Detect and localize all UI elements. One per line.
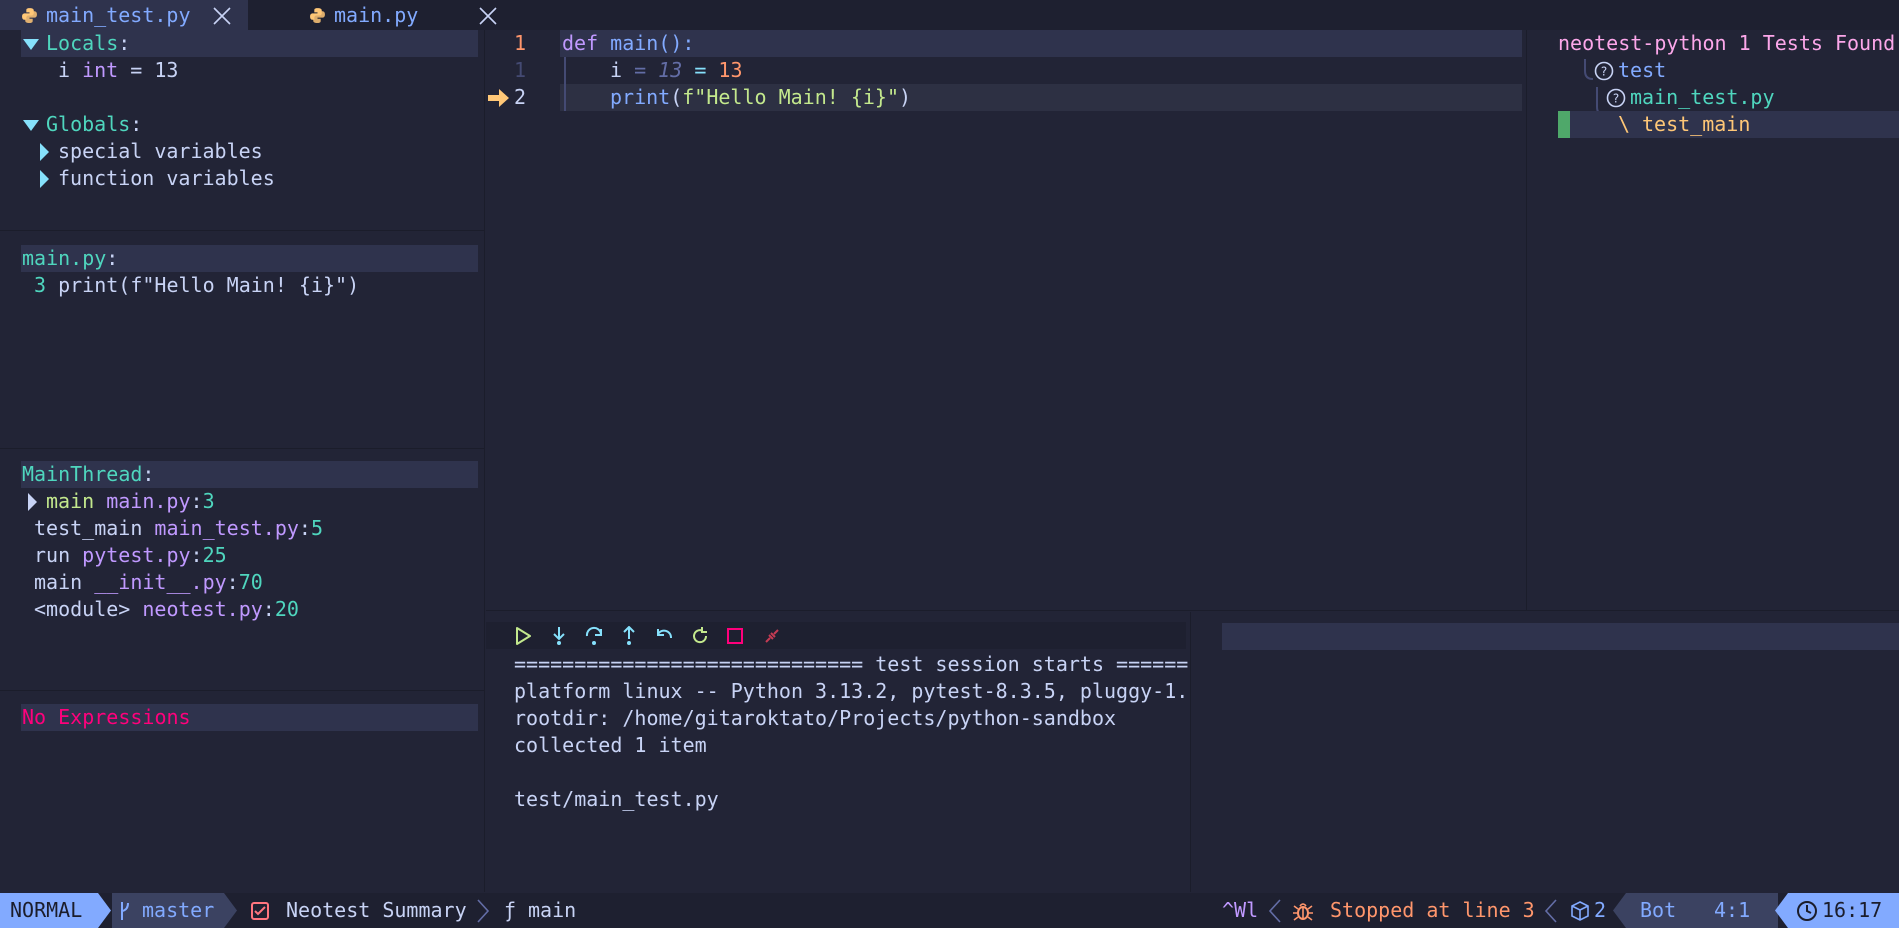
- repl-line: test/main_test.py: [514, 787, 719, 811]
- line-number: 1: [514, 31, 527, 55]
- clock-icon: [1797, 901, 1817, 921]
- divider: [1190, 612, 1191, 892]
- neotest-branch: \: [1618, 112, 1631, 136]
- step-back-icon[interactable]: [654, 626, 674, 646]
- neotest-summary-icon: [251, 902, 269, 920]
- neotest-item-test[interactable]: test_main: [1642, 111, 1750, 138]
- caret-down-icon[interactable]: [22, 37, 40, 51]
- code-line[interactable]: print(f"Hello Main! {i}"): [610, 84, 911, 111]
- neotest-item-dir[interactable]: test: [1618, 57, 1666, 84]
- line-number: 1: [514, 58, 527, 82]
- segment-separator-icon: [1544, 899, 1557, 923]
- breakpoints-file[interactable]: main.py:: [22, 245, 118, 272]
- repl-line: rootdir: /home/gitaroktato/Projects/pyth…: [514, 706, 1117, 730]
- code-line[interactable]: i = 13 = 13: [610, 57, 743, 84]
- statusline: NORMAL master Neotest Summary ƒ main ^Wl…: [0, 893, 1899, 928]
- dap-repl[interactable]: ============================= test sessi…: [486, 612, 1190, 892]
- divider: [0, 230, 484, 231]
- git-branch[interactable]: master: [142, 897, 214, 924]
- editor[interactable]: 1 def main(): 1 i = 13 = 13 2 print(f"He…: [486, 30, 1524, 610]
- svg-text:?: ?: [1613, 92, 1619, 106]
- globals-header[interactable]: Globals:: [46, 111, 142, 138]
- close-icon[interactable]: [212, 6, 232, 26]
- step-over-icon[interactable]: [584, 626, 604, 646]
- divider: [0, 690, 484, 691]
- restart-icon[interactable]: [690, 626, 710, 646]
- code-line[interactable]: def main():: [562, 30, 694, 57]
- segment-separator-icon: [1268, 899, 1281, 923]
- stack-frame[interactable]: <module> neotest.py:20: [34, 596, 299, 623]
- bug-icon: [1293, 903, 1313, 921]
- stop-icon[interactable]: [726, 627, 744, 645]
- breakpoint-entry[interactable]: 3 print(f"Hello Main! {i}"): [34, 272, 359, 299]
- pending-keys: ^Wl: [1222, 898, 1259, 922]
- watches-empty: No Expressions: [22, 705, 191, 729]
- stack-frame[interactable]: run pytest.py:25: [34, 542, 227, 569]
- repl-line: ============================= test sessi…: [514, 652, 1189, 676]
- tab-label: main.py: [334, 3, 419, 27]
- local-variable[interactable]: i int = 13: [58, 57, 178, 84]
- neotest-title: neotest-python 1 Tests Found: [1558, 31, 1896, 55]
- caret-right-icon[interactable]: [38, 142, 50, 162]
- step-out-icon[interactable]: [620, 626, 638, 646]
- debug-status: Stopped at line 3: [1330, 898, 1535, 922]
- sign-column-marker: [1558, 111, 1570, 138]
- stack-frame[interactable]: main __init__.py:70: [34, 569, 263, 596]
- debug-stopped-arrow-icon: [488, 89, 509, 107]
- tab-main[interactable]: main.py: [250, 0, 502, 30]
- position-segment-bg: [1613, 893, 1778, 928]
- locals-header[interactable]: Locals:: [46, 30, 130, 57]
- clock-time: 16:17: [1822, 898, 1883, 922]
- tab-label: main_test.py: [46, 3, 191, 27]
- divider: [0, 448, 484, 449]
- tab-main-test[interactable]: main_test.py: [0, 0, 248, 30]
- current-frame-icon: [28, 493, 37, 511]
- stack-frame[interactable]: test_main main_test.py:5: [34, 515, 323, 542]
- disconnect-icon[interactable]: [762, 626, 782, 646]
- breadcrumb-separator-icon: [477, 899, 490, 923]
- cursor-position: 4:1: [1714, 898, 1751, 922]
- neotest-item-file[interactable]: main_test.py: [1630, 84, 1775, 111]
- caret-right-icon[interactable]: [38, 169, 50, 189]
- globals-item[interactable]: special variables: [58, 138, 263, 165]
- package-icon: [1571, 901, 1589, 921]
- neotest-summary: neotest-python 1 Tests Found ? test ? ma…: [1526, 30, 1899, 610]
- package-count: 2: [1594, 898, 1607, 922]
- repl-line: collected 1 item: [514, 733, 707, 757]
- buffer-name: Neotest Summary: [286, 898, 467, 922]
- scroll-position: Bot: [1640, 898, 1677, 922]
- step-into-icon[interactable]: [550, 626, 568, 646]
- caret-down-icon[interactable]: [22, 118, 40, 132]
- repl-line: platform linux -- Python 3.13.2, pytest-…: [514, 679, 1189, 703]
- tabline: main_test.py main.py: [0, 0, 1899, 30]
- function-icon: ƒ: [504, 898, 517, 922]
- globals-item[interactable]: function variables: [58, 165, 275, 192]
- python-icon: [310, 8, 325, 23]
- dap-sidebar: Locals: i int = 13 Globals: special vari…: [0, 30, 485, 892]
- divider: [486, 610, 1899, 611]
- line-number: 2: [514, 85, 527, 109]
- play-icon[interactable]: [514, 626, 532, 646]
- dap-console[interactable]: [1192, 612, 1899, 892]
- cursorline: [560, 30, 1522, 57]
- console-cursorline: [1222, 623, 1899, 650]
- git-branch-icon: [121, 902, 129, 920]
- current-function: main: [528, 898, 577, 922]
- svg-text:?: ?: [1601, 65, 1607, 79]
- thread-name[interactable]: MainThread:: [22, 461, 154, 488]
- stack-frame[interactable]: main main.py:3: [46, 488, 215, 515]
- close-icon[interactable]: [478, 6, 498, 26]
- mode-indicator: NORMAL: [10, 898, 83, 922]
- unknown-status-icon: ?: [1594, 61, 1614, 81]
- unknown-status-icon: ?: [1606, 88, 1626, 108]
- indent-guide: [564, 57, 566, 111]
- python-icon: [22, 8, 37, 23]
